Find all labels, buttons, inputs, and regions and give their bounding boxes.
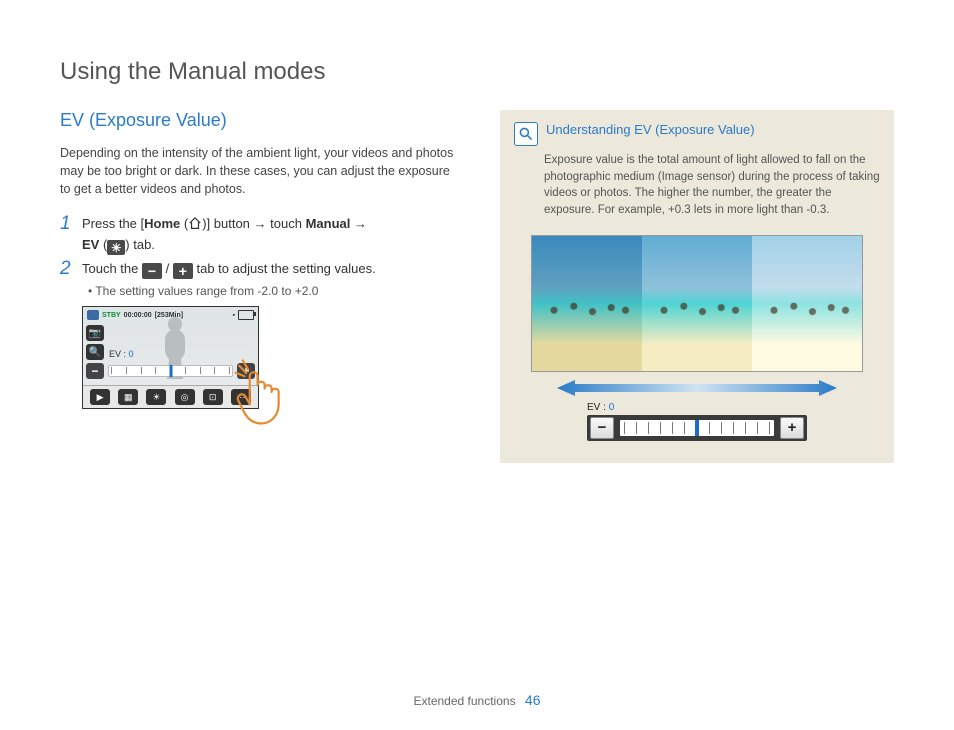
step-1: 1 Press the [Home ( )] button → touch Man…	[60, 214, 460, 256]
ev-slider[interactable]	[108, 365, 233, 377]
focus-tab-icon[interactable]: ◎	[175, 389, 195, 405]
magnifier-icon	[514, 122, 538, 146]
page-number: 46	[525, 692, 541, 708]
ev-tab-icon: ☀	[107, 240, 125, 255]
text: )] button	[202, 216, 253, 231]
photo-mode-icon[interactable]: 📷	[86, 325, 104, 341]
text: Press the [	[82, 216, 144, 231]
step-number: 1	[60, 214, 74, 235]
info-text: Exposure value is the total amount of li…	[544, 152, 880, 219]
ev-readout: EV : 0	[109, 349, 134, 359]
stby-indicator: STBY	[102, 312, 121, 319]
section-title: EV (Exposure Value)	[60, 110, 460, 131]
mode-badge-icon	[87, 310, 99, 320]
exposure-low	[532, 236, 642, 371]
zoom-icon[interactable]: 🔍	[86, 344, 104, 360]
text: tab to adjust the setting values.	[196, 261, 375, 276]
ev-minus-button[interactable]: −	[86, 363, 104, 379]
arrow-icon: →	[254, 216, 267, 231]
play-tab-icon[interactable]: ▶	[90, 389, 110, 405]
camera-screen: STBY 00:00:00 [253Min] ▪ 📷 🔍	[82, 306, 259, 409]
manual-label: Manual	[306, 216, 351, 231]
info-box: Understanding EV (Exposure Value) Exposu…	[500, 110, 894, 463]
text: (	[180, 216, 188, 231]
ev-plus-button[interactable]: +	[780, 417, 804, 439]
battery-icon	[238, 310, 254, 320]
info-ev-readout: EV : 0	[587, 402, 807, 413]
ev-minus-button[interactable]: −	[590, 417, 614, 439]
step-2: 2 Touch the − / + tab to adjust the sett…	[60, 259, 460, 280]
scene-tab-icon[interactable]: ▦	[118, 389, 138, 405]
info-title: Understanding EV (Exposure Value)	[546, 122, 755, 137]
touch-finger-icon	[234, 357, 304, 427]
info-ev-slider: − +	[587, 415, 807, 441]
rec-time: 00:00:00	[124, 312, 152, 319]
step-number: 2	[60, 259, 74, 280]
camera-bottom-tabs: ▶ ▦ ☀ ◎ ⊡ ⋯	[83, 385, 258, 408]
camera-status-bar: STBY 00:00:00 [253Min] ▪	[87, 310, 254, 320]
remaining-time: [253Min]	[155, 312, 183, 319]
plus-icon: +	[173, 263, 193, 279]
page-footer: Extended functions 46	[0, 692, 954, 708]
card-icon: ▪	[233, 312, 235, 319]
ev-tab-icon[interactable]: ☀	[146, 389, 166, 405]
arrow-icon: →	[350, 216, 367, 231]
text: /	[166, 261, 173, 276]
exposure-arrow	[532, 378, 862, 398]
step-2-bullet: The setting values range from -2.0 to +2…	[88, 284, 460, 298]
ev-label: EV	[82, 237, 99, 252]
home-label: Home	[144, 216, 180, 231]
wb-tab-icon[interactable]: ⊡	[203, 389, 223, 405]
exposure-high	[752, 236, 862, 371]
home-icon	[188, 215, 202, 227]
text: (	[99, 237, 107, 252]
exposure-triptych	[531, 235, 863, 372]
footer-section: Extended functions	[414, 694, 516, 708]
text: Touch the	[82, 261, 142, 276]
exposure-mid	[642, 236, 752, 371]
text: touch	[267, 216, 306, 231]
intro-text: Depending on the intensity of the ambien…	[60, 144, 460, 198]
ev-slider-track[interactable]	[620, 420, 774, 436]
text: ) tab.	[125, 237, 155, 252]
page-title: Using the Manual modes	[60, 58, 894, 86]
minus-icon: −	[142, 263, 162, 279]
